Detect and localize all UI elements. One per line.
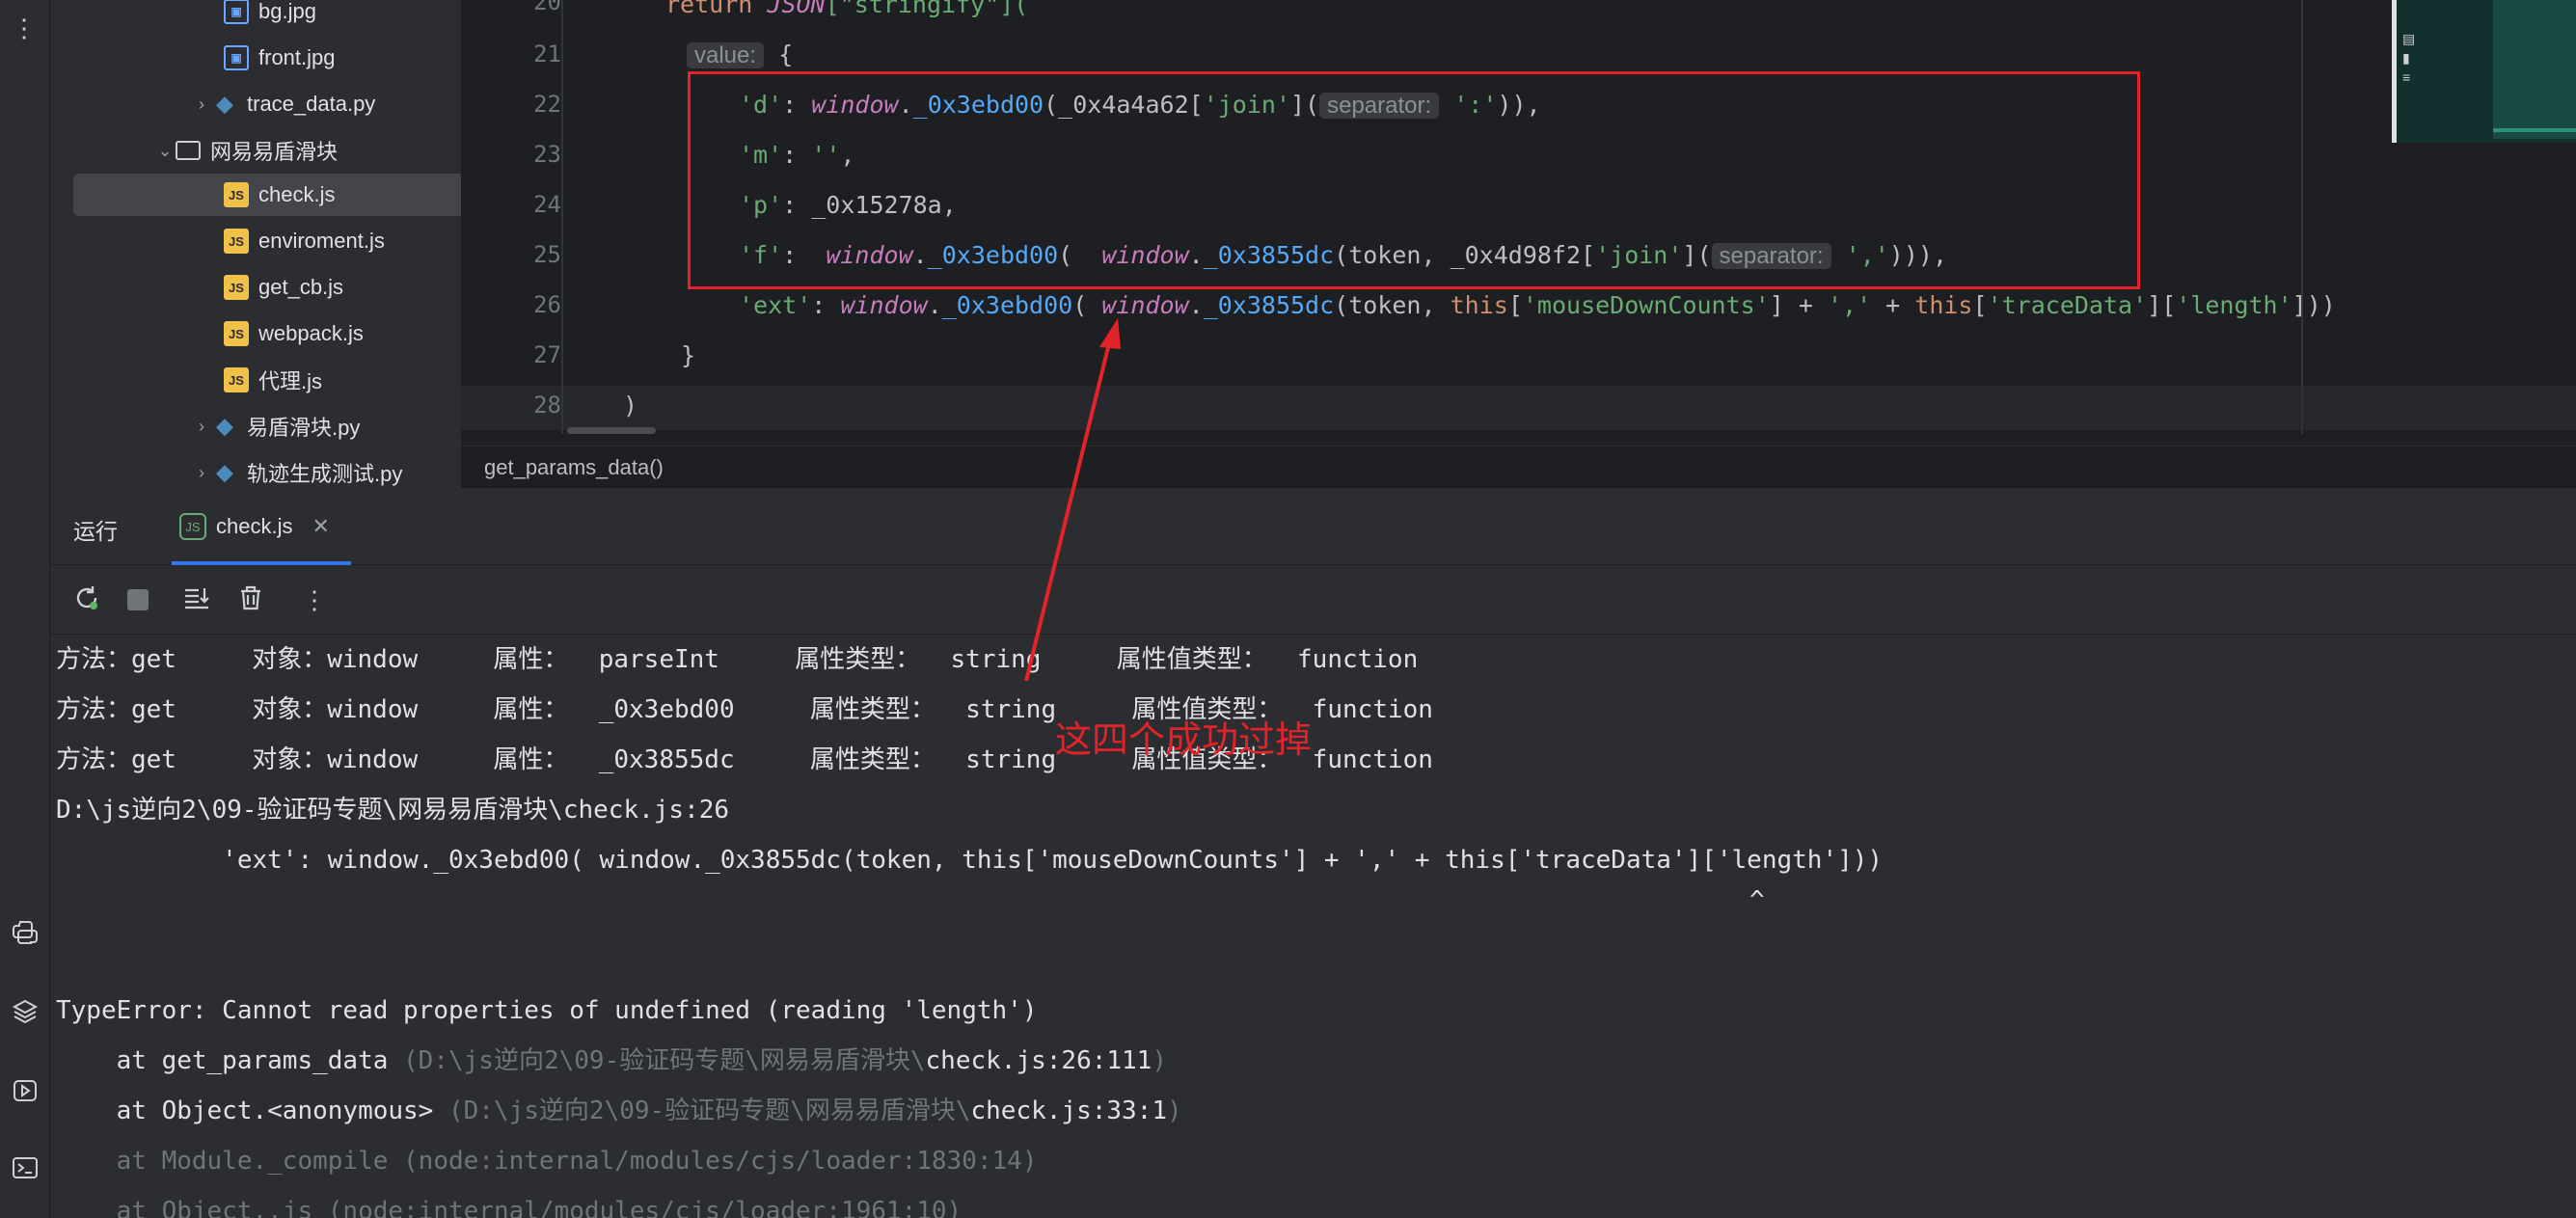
inlay-hint-value: value:	[687, 42, 765, 68]
line-number: 21	[533, 41, 561, 68]
nodejs-icon: JS	[179, 513, 206, 540]
code-line-20: return JSON["stringify"](	[665, 0, 1029, 18]
line-number: 22	[533, 91, 561, 118]
image-file-icon: ▣	[224, 45, 249, 70]
gutter-divider	[561, 0, 563, 434]
stack-frame-link[interactable]: check.js:33:1	[971, 1096, 1168, 1125]
more-options-icon[interactable]: ⋮	[12, 15, 37, 41]
preview-content	[2493, 0, 2576, 139]
tree-item-label: check.js	[258, 182, 336, 206]
tree-item-label: 易盾滑块.py	[247, 416, 361, 440]
tree-item-enviroment-js[interactable]: JS enviroment.js	[73, 220, 461, 262]
stack-frame: at Module._compile (node:internal/module…	[56, 1147, 1038, 1176]
tree-item-get-cb-js[interactable]: JS get_cb.js	[73, 266, 461, 309]
project-tree: ▣ bg.jpg ▣ front.jpg › ◆ trace_data.py ⌄…	[50, 0, 461, 488]
stack-frame: at Object..js (node:internal/modules/cjs…	[56, 1197, 963, 1218]
rerun-icon[interactable]	[69, 582, 104, 617]
terminal-icon[interactable]	[8, 1153, 42, 1188]
preview-side-icons: ▤ ▮ ≡	[2402, 31, 2416, 85]
stack-frame: at get_params_data (D:\js逆向2\09-验证码专题\网易…	[56, 1046, 1167, 1075]
line-number: 26	[533, 291, 561, 318]
console-error-line: TypeError: Cannot read properties of und…	[56, 996, 1038, 1025]
tree-item-webpack-js[interactable]: JS webpack.js	[73, 312, 461, 355]
chevron-right-icon[interactable]: ›	[191, 417, 212, 437]
annotation-label: 这四个成功过掉	[1055, 720, 1313, 761]
tree-item-check-js[interactable]: JS check.js	[73, 174, 461, 216]
tree-item-proxy-js[interactable]: JS 代理.js	[73, 359, 461, 401]
tool-window-strip: ⋮	[0, 0, 50, 1218]
annotation-highlight-box	[688, 71, 2140, 289]
preview-progress-line	[2493, 128, 2576, 132]
js-file-icon: JS	[224, 229, 249, 254]
more-icon[interactable]: ⋮	[297, 582, 332, 617]
js-file-icon: JS	[224, 182, 249, 207]
breadcrumb[interactable]: get_params_data()	[461, 446, 2576, 488]
tree-item-yidun-py[interactable]: › ◆ 易盾滑块.py	[73, 405, 461, 447]
js-file-icon: JS	[224, 321, 249, 346]
tree-item-trace-test-py[interactable]: › ◆ 轨迹生成测试.py	[73, 451, 461, 488]
tree-item-trace-data-py[interactable]: › ◆ trace_data.py	[73, 83, 461, 125]
js-file-icon: JS	[224, 275, 249, 300]
console-caret: ^	[1749, 886, 1765, 915]
console-line: 'ext': window._0x3ebd00( window._0x3855d…	[56, 846, 1884, 875]
tree-item-label: bg.jpg	[258, 0, 316, 23]
tree-item-front-jpg[interactable]: ▣ front.jpg	[73, 37, 461, 79]
line-number: 20	[533, 0, 561, 15]
python-file-icon: ◆	[216, 92, 233, 116]
python-packages-icon[interactable]	[8, 918, 42, 953]
chevron-right-icon[interactable]: ›	[191, 95, 212, 115]
line-number: 25	[533, 241, 561, 268]
right-margin-guide	[2301, 0, 2303, 434]
code-line-26: 'ext': window._0x3ebd00( window._0x3855d…	[739, 291, 2336, 319]
run-toolbar: ⋮	[50, 565, 2576, 635]
close-icon[interactable]: ✕	[312, 514, 329, 539]
tree-item-label: 网易易盾滑块	[210, 140, 339, 164]
line-number: 23	[533, 141, 561, 168]
line-number-gutter: 20 21 22 23 24 25 26 27 28	[461, 0, 561, 434]
chevron-down-icon[interactable]: ⌄	[154, 141, 176, 161]
current-line-highlight	[461, 386, 2576, 430]
stack-frame: at Object.<anonymous> (D:\js逆向2\09-验证码专题…	[56, 1096, 1182, 1125]
tree-item-bg-jpg[interactable]: ▣ bg.jpg	[73, 0, 461, 33]
tree-item-label: webpack.js	[258, 321, 364, 345]
stack-frame-link[interactable]: check.js:26:111	[926, 1046, 1152, 1075]
tree-item-label: trace_data.py	[247, 92, 376, 116]
code-line-28: )	[623, 392, 638, 420]
image-file-icon: ▣	[224, 0, 249, 24]
python-file-icon: ◆	[216, 414, 233, 438]
tree-item-label: front.jpg	[258, 45, 336, 69]
console-line: D:\js逆向2\09-验证码专题\网易易盾滑块\check.js:26	[56, 796, 730, 825]
tree-item-label: 代理.js	[258, 369, 323, 393]
scroll-to-end-icon[interactable]	[179, 582, 214, 617]
layers-icon[interactable]	[8, 997, 42, 1032]
line-number: 28	[533, 392, 561, 419]
tree-item-label: 轨迹生成测试.py	[247, 462, 403, 486]
console-output[interactable]: 方法：get 对象：window 属性： parseInt 属性类型： stri…	[50, 635, 2576, 1218]
code-line-27: }	[681, 341, 696, 369]
tab-check-js[interactable]: JS check.js ✕	[162, 501, 330, 552]
editor-horizontal-scrollbar[interactable]	[567, 427, 656, 434]
folder-icon	[176, 141, 201, 160]
line-number: 24	[533, 191, 561, 218]
tab-label: check.js	[216, 514, 293, 538]
stop-icon[interactable]	[127, 589, 149, 610]
console-line: 方法：get 对象：window 属性： parseInt 属性类型： stri…	[56, 645, 1419, 674]
delete-icon[interactable]	[233, 582, 268, 617]
js-file-icon: JS	[224, 367, 249, 392]
services-icon[interactable]	[8, 1076, 42, 1111]
chevron-right-icon[interactable]: ›	[191, 463, 212, 483]
tree-item-label: enviroment.js	[258, 229, 385, 253]
run-panel-title: 运行	[73, 519, 118, 544]
floating-preview-window[interactable]: ▤ ▮ ≡	[2392, 0, 2576, 143]
run-panel-header: 运行 JS check.js ✕	[50, 488, 2576, 565]
tree-folder-wangyi[interactable]: ⌄ 网易易盾滑块	[73, 129, 461, 172]
tree-item-label: get_cb.js	[258, 275, 344, 299]
python-file-icon: ◆	[216, 460, 233, 484]
line-number: 27	[533, 341, 561, 368]
